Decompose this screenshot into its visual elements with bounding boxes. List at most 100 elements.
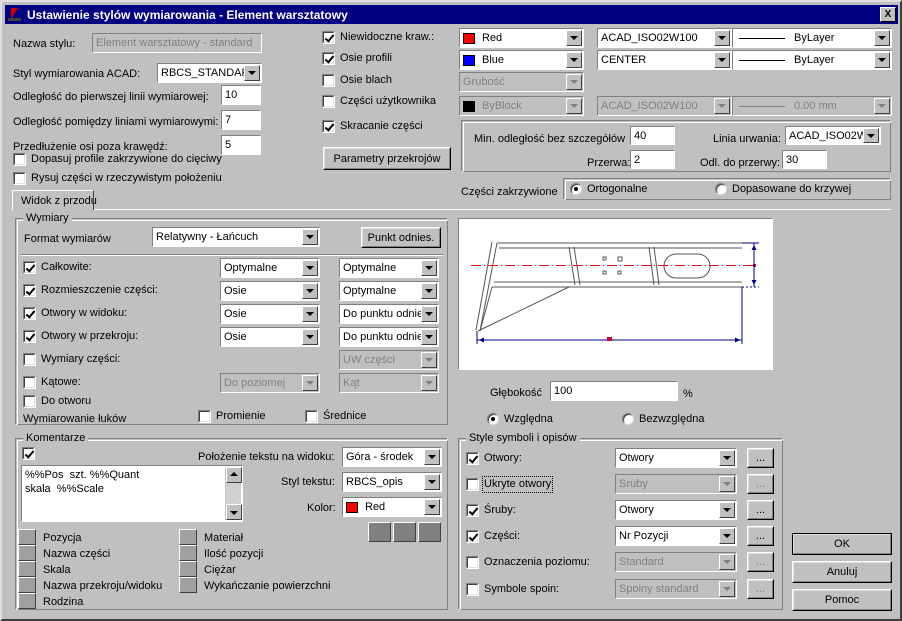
chevron-down-icon[interactable] [302, 306, 318, 322]
lineweight-combo-2[interactable]: ByLayer [732, 50, 892, 70]
cancel-button[interactable]: Anuluj [792, 561, 892, 583]
checkbox-shorten-parts[interactable]: Skracanie części [322, 120, 423, 133]
reference-point-button[interactable]: Punkt odnies. [361, 227, 441, 248]
dim-holes-view-combo-2[interactable]: Do punktu odnies [339, 304, 439, 324]
dim-total-combo-2[interactable]: Optymalne [339, 258, 439, 278]
chevron-down-icon[interactable] [302, 329, 318, 345]
linetype-combo-2[interactable]: CENTER [597, 50, 732, 70]
checkbox-diameter[interactable]: Średnice [305, 410, 366, 423]
chevron-down-icon[interactable] [424, 449, 440, 465]
insert-button-1[interactable] [368, 522, 391, 542]
symbol-holes-browse-button[interactable]: ... [747, 448, 774, 468]
dim-holes-view-combo-1[interactable]: Osie [220, 304, 320, 324]
chevron-down-icon[interactable] [714, 52, 730, 68]
checkbox-profile-axes[interactable]: Osie profili [322, 52, 392, 65]
dist-first-input[interactable]: 10 [221, 85, 261, 105]
linetype-combo-1[interactable]: ACAD_ISO02W100 [597, 28, 732, 48]
symbol-bolts-combo[interactable]: Otwory [615, 500, 737, 520]
chevron-down-icon[interactable] [302, 229, 318, 245]
dist-between-input[interactable]: 7 [221, 110, 261, 130]
axis-ext-input[interactable]: 5 [221, 135, 261, 155]
min-dist-input[interactable]: 40 [630, 126, 675, 145]
checkbox-dim-holes-section[interactable]: Otwory w przekroju: [23, 330, 138, 343]
chevron-down-icon[interactable] [863, 128, 879, 143]
chevron-down-icon[interactable] [566, 30, 582, 46]
comment-color-combo[interactable]: Red [342, 497, 442, 517]
checkbox-symbol-holes[interactable]: Otwory: [466, 452, 522, 465]
checkbox-dim-part-dims[interactable]: Wymiary części: [23, 353, 120, 366]
insert-button-2[interactable] [393, 522, 416, 542]
chevron-down-icon[interactable] [874, 30, 890, 46]
chevron-down-icon[interactable] [714, 30, 730, 46]
symbol-bolts-browse-button[interactable]: ... [747, 500, 774, 520]
scroll-down-icon[interactable] [226, 504, 242, 520]
token-button-nazwa-czesci[interactable] [18, 545, 36, 561]
checkbox-symbol-hidden-holes[interactable]: Ukryte otwory [466, 476, 554, 493]
chevron-down-icon[interactable] [302, 260, 318, 276]
insert-button-3[interactable] [418, 522, 441, 542]
token-button-skala[interactable] [18, 561, 36, 577]
token-button-material[interactable] [179, 529, 197, 545]
chevron-down-icon[interactable] [719, 528, 735, 544]
text-position-combo[interactable]: Góra - środek [342, 447, 442, 467]
checkbox-dim-part-layout[interactable]: Rozmieszczenie części: [23, 284, 158, 297]
dim-total-combo-1[interactable]: Optymalne [220, 258, 320, 278]
chevron-down-icon[interactable] [424, 499, 440, 515]
lineweight-combo-1[interactable]: ByLayer [732, 28, 892, 48]
checkbox-symbol-parts[interactable]: Części: [466, 530, 520, 543]
dist-to-break-input[interactable]: 30 [782, 150, 827, 169]
checkbox-dim-holes-view[interactable]: Otwory w widoku: [23, 307, 127, 320]
text-style-combo[interactable]: RBCS_opis [342, 472, 442, 492]
checkbox-hidden-edges[interactable]: Niewidoczne kraw.: [322, 31, 434, 44]
section-params-button[interactable]: Parametry przekrojów [323, 147, 451, 170]
chevron-down-icon[interactable] [874, 52, 890, 68]
comment-text-area[interactable]: %%Pos szt. %%Quant skala %%Scale [21, 465, 243, 522]
chevron-down-icon[interactable] [719, 502, 735, 518]
radio-fit-to-curve[interactable]: Dopasowane do krzywej [715, 183, 851, 195]
token-button-pozycja[interactable] [18, 529, 36, 545]
dim-format-combo[interactable]: Relatywny - Łańcuch [152, 227, 320, 247]
checkbox-symbol-bolts[interactable]: Śruby: [466, 504, 516, 517]
token-button-ciezar[interactable] [179, 561, 197, 577]
token-button-ilosc-pozycji[interactable] [179, 545, 197, 561]
checkbox-draw-real-position[interactable]: Rysuj części w rzeczywistym położeniu [13, 172, 222, 185]
chevron-down-icon[interactable] [302, 283, 318, 299]
radio-depth-absolute[interactable]: Bezwzględna [622, 413, 704, 425]
checkbox-to-hole[interactable]: Do otworu [23, 395, 91, 408]
gap-input[interactable]: 2 [630, 150, 675, 169]
comment-scrollbar[interactable] [225, 467, 242, 520]
chevron-down-icon[interactable] [421, 260, 437, 276]
tab-front-view[interactable]: Widok z przodu [12, 190, 97, 210]
dim-holes-section-combo-2[interactable]: Do punktu odnies [339, 327, 439, 347]
checkbox-fit-curved[interactable]: Dopasuj profile zakrzywione do cięciwy [13, 153, 222, 166]
radio-depth-relative[interactable]: Względna [487, 413, 553, 425]
symbol-parts-combo[interactable]: Nr Pozycji [615, 526, 737, 546]
checkbox-radius[interactable]: Promienie [198, 410, 266, 423]
checkbox-dim-total[interactable]: Całkowite: [23, 261, 92, 274]
depth-input[interactable]: 100 [550, 381, 678, 401]
chevron-down-icon[interactable] [421, 329, 437, 345]
token-button-wykanczanie[interactable] [179, 577, 197, 593]
token-button-rodzina[interactable] [18, 593, 36, 609]
chevron-down-icon[interactable] [421, 283, 437, 299]
break-line-combo[interactable]: ACAD_ISO02W1 [785, 126, 881, 145]
checkbox-comments-enabled[interactable] [22, 447, 40, 460]
dim-part-layout-combo-1[interactable]: Osie [220, 281, 320, 301]
chevron-down-icon[interactable] [424, 474, 440, 490]
scroll-up-icon[interactable] [226, 467, 242, 483]
dim-part-layout-combo-2[interactable]: Optymalne [339, 281, 439, 301]
token-button-nazwa-przekroju[interactable] [18, 577, 36, 593]
color-combo-2[interactable]: Blue [459, 50, 584, 70]
radio-orthogonal[interactable]: Ortogonalne [570, 183, 648, 195]
acad-style-combo[interactable]: RBCS_STANDARD [157, 63, 262, 83]
close-icon[interactable]: X [880, 7, 896, 22]
symbol-parts-browse-button[interactable]: ... [747, 526, 774, 546]
checkbox-symbol-level-marks[interactable]: Oznaczenia poziomu: [466, 556, 590, 569]
dim-holes-section-combo-1[interactable]: Osie [220, 327, 320, 347]
chevron-down-icon[interactable] [244, 65, 260, 81]
chevron-down-icon[interactable] [421, 306, 437, 322]
checkbox-plate-axes[interactable]: Osie blach [322, 74, 392, 87]
chevron-down-icon[interactable] [719, 450, 735, 466]
color-combo-1[interactable]: Red [459, 28, 584, 48]
ok-button[interactable]: OK [792, 533, 892, 555]
